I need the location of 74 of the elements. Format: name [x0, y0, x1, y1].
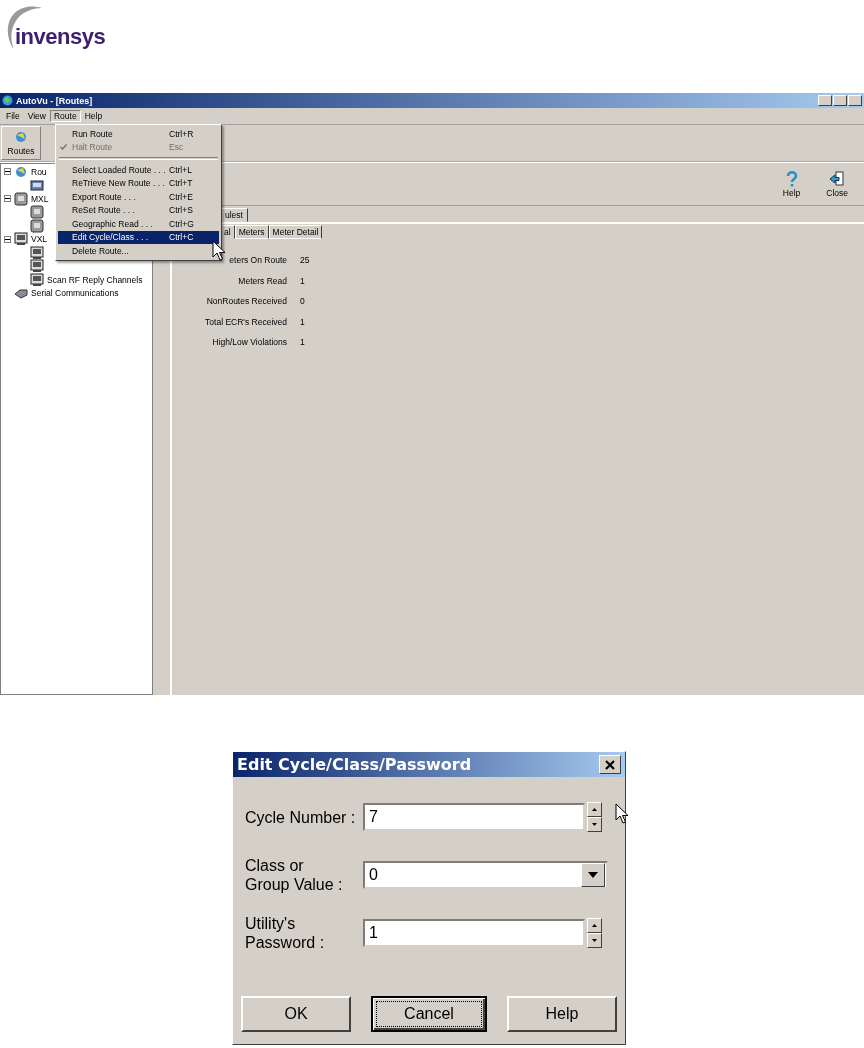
dropdown-field[interactable]: 0 — [363, 861, 608, 889]
dialog-button[interactable]: OK — [241, 996, 352, 1032]
stat-label: Total ECR's Received — [204, 316, 287, 327]
stat-value: 0 — [300, 296, 306, 306]
menu-item[interactable]: Help — [80, 110, 107, 122]
globe-icon — [14, 130, 28, 144]
down-arrow-icon — [592, 939, 597, 942]
spin-up-button[interactable] — [587, 802, 602, 817]
input-field[interactable]: 1 — [363, 919, 585, 947]
monitor-icon — [30, 259, 44, 274]
menu-item[interactable]: File — [2, 110, 24, 122]
tab[interactable]: ulest — [220, 208, 248, 222]
tree-item[interactable]: Rou — [31, 166, 47, 177]
stat-label: NonRoutes Received — [205, 296, 287, 306]
down-arrow-icon — [592, 823, 597, 826]
meter-icon — [30, 178, 44, 193]
menu-item[interactable]: Edit Cycle/Class . . . Ctrl+C — [58, 230, 219, 244]
close-button[interactable]: Close — [826, 170, 848, 198]
spin-up-button[interactable] — [587, 918, 602, 933]
spin-down-button[interactable] — [587, 933, 602, 948]
device-icon — [14, 191, 28, 206]
stat-label: Meters Read — [237, 275, 287, 286]
serial-icon — [14, 286, 28, 301]
window-title: AutoVu - [Routes] — [16, 95, 93, 106]
help-icon — [785, 170, 798, 187]
expander-icon[interactable] — [4, 195, 11, 203]
stat-value: 1 — [300, 337, 306, 347]
field-label: Class or Group Value : — [245, 856, 344, 894]
stat-value: 1 — [300, 316, 306, 327]
expander-icon[interactable] — [4, 235, 11, 243]
menu-item[interactable]: Run Route Ctrl+R — [58, 127, 219, 141]
menu-item[interactable]: Select Loaded Route . . . Ctrl+L — [58, 163, 219, 177]
menu-item[interactable]: Geographic Read . . . Ctrl+G — [58, 217, 219, 231]
routes-icon — [14, 164, 28, 179]
tree-item[interactable]: MXL — [31, 193, 49, 204]
tab[interactable]: Meters — [234, 225, 269, 239]
restore-button[interactable] — [833, 95, 847, 106]
menu-item[interactable]: View — [23, 110, 50, 122]
toolbar-button[interactable]: Routes — [1, 126, 41, 160]
menu-item[interactable]: Export Route . . . Ctrl+E — [58, 190, 219, 204]
stat-value: 1 — [300, 275, 306, 286]
close-button[interactable] — [848, 95, 862, 106]
tree-item[interactable]: Serial Communications — [31, 288, 119, 299]
tree-item[interactable]: Scan RF Reply Channels — [47, 274, 143, 285]
field-label: Cycle Number : — [245, 807, 357, 827]
dialog-button[interactable]: Help — [506, 996, 617, 1032]
dialog-title: Edit Cycle/Class/Password — [237, 755, 472, 774]
device-icon — [30, 218, 44, 233]
expander-icon[interactable] — [4, 168, 11, 176]
monitor-icon — [14, 232, 28, 247]
monitor-icon — [30, 272, 44, 287]
field-label: Utility's Password : — [245, 914, 326, 952]
close-button[interactable] — [599, 755, 621, 774]
tree-item[interactable]: VXL — [31, 234, 48, 245]
stat-value: 25 — [300, 255, 311, 265]
help-button[interactable]: Help — [782, 170, 801, 198]
tab[interactable]: Meter Detail — [268, 225, 323, 239]
stat-label: eters On Route — [228, 255, 287, 265]
device-icon — [30, 205, 44, 220]
menu-item[interactable]: Route — [50, 110, 81, 122]
dialog-button[interactable]: Cancel — [371, 996, 487, 1032]
up-arrow-icon — [592, 808, 597, 811]
input-field[interactable]: 7 — [363, 803, 585, 831]
minimize-button[interactable] — [818, 95, 832, 106]
monitor-icon — [30, 245, 44, 260]
menu-item[interactable]: ReTrieve New Route . . . Ctrl+T — [58, 176, 219, 190]
globe-icon — [2, 95, 13, 106]
close-icon — [605, 759, 615, 770]
menu-item[interactable]: ReSet Route . . . Ctrl+S — [58, 203, 219, 217]
stat-label: High/Low Violations — [211, 337, 287, 347]
logo-text: invensys — [15, 24, 106, 50]
exit-door-icon — [829, 170, 846, 187]
spin-down-button[interactable] — [587, 817, 602, 832]
up-arrow-icon — [592, 924, 597, 927]
